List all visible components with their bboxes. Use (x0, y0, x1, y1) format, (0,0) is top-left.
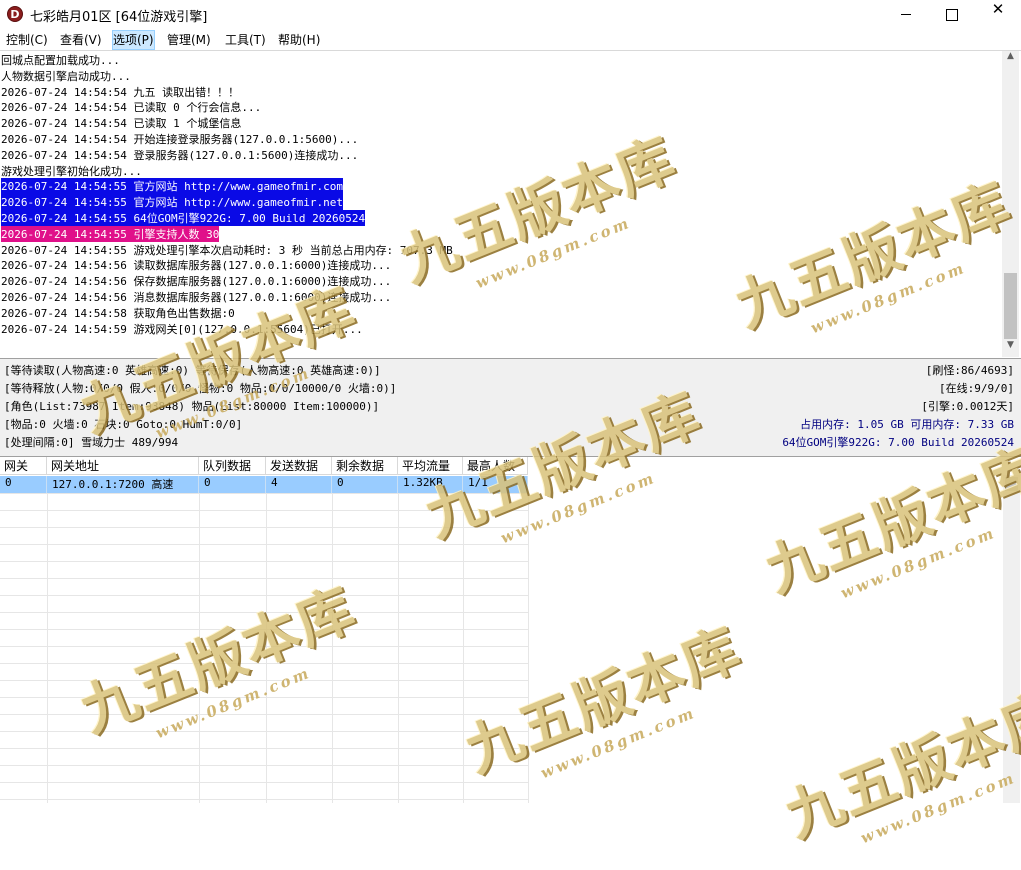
grid-column-line (266, 493, 267, 803)
log-line: 2026-07-24 14:54:55 64位GOM引擎922G: 7.00 B… (1, 210, 366, 226)
grid-column-line (199, 493, 200, 803)
grid-column-line (47, 493, 48, 803)
status-release: [等待释放(人物:0/0/0 假人:0/0/0 怪物:0 物品:0/0/1000… (4, 382, 397, 395)
maximize-icon (946, 9, 958, 21)
window-title: 七彩皓月01区 [64位游戏引擎] (30, 10, 208, 25)
table-row-cell-remaining[interactable]: 0 (332, 476, 398, 493)
scroll-up-icon[interactable]: ▲ (1002, 51, 1019, 68)
grid-row-line (0, 799, 528, 800)
log-line: 人物数据引擎启动成功... (1, 69, 131, 83)
status-online: [在线:9/9/0] (939, 382, 1014, 395)
menu-control[interactable]: 控制(C) (6, 31, 48, 49)
close-button[interactable]: ✕ (975, 0, 1021, 30)
grid-row-line (0, 731, 528, 732)
status-engine-uptime: [引擎:0.0012天] (921, 400, 1014, 413)
log-line: 2026-07-24 14:54:54 已读取 1 个城堡信息 (1, 117, 242, 131)
grid-row-line (0, 510, 528, 511)
grid-column-line (332, 493, 333, 803)
grid-row-line (0, 595, 528, 596)
log-line: 2026-07-24 14:54:56 保存数据库服务器(127.0.0.1:6… (1, 275, 392, 289)
grid-row-line (0, 629, 528, 630)
grid-row-line (0, 765, 528, 766)
grid-row-line (0, 748, 528, 749)
table-scrollbar[interactable] (1003, 475, 1020, 803)
table-row-cell-gate[interactable]: 0 (0, 476, 47, 493)
grid-row-line (0, 544, 528, 545)
grid-row-line (0, 561, 528, 562)
column-header-remaining[interactable]: 剩余数据 (332, 457, 398, 475)
menu-view[interactable]: 查看(V) (60, 31, 102, 49)
menu-manage[interactable]: 管理(M) (167, 31, 211, 49)
status-version: 64位GOM引擎922G: 7.00 Build 20260524 (782, 436, 1014, 449)
grid-row-line (0, 493, 528, 494)
log-line: 回城点配置加载成功... (1, 54, 120, 67)
grid-row-line (0, 714, 528, 715)
status-queue: [等待读取(人物高速:0 英雄高速:0) 等待保存(人物高速:0 英雄高速:0)… (4, 364, 381, 377)
status-panel: [等待读取(人物高速:0 英雄高速:0) 等待保存(人物高速:0 英雄高速:0)… (0, 358, 1021, 457)
grid-column-line (528, 493, 529, 803)
table-scroll-thumb[interactable] (1005, 477, 1018, 491)
log-line: 游戏处理引擎初始化成功... (1, 164, 142, 178)
grid-row-line (0, 612, 528, 613)
minimize-icon (901, 14, 911, 15)
column-header-max-users[interactable]: 最高人数 (463, 457, 528, 475)
column-header-average-traffic[interactable]: 平均流量 (398, 457, 463, 475)
status-monster-refresh: [刷怪:86/4693] (925, 364, 1014, 377)
log-line: 2026-07-24 14:54:55 引擎支持人数 30 (1, 225, 220, 242)
log-line: 2026-07-24 14:54:54 九五 读取出错！！！ (1, 85, 240, 99)
table-row-cell-max-users[interactable]: 1/1 (463, 476, 528, 493)
grid-row-line (0, 680, 528, 681)
status-items: [物品:0 火墙:0 石块:0 Goto:0 HumT:0/0] (4, 418, 243, 431)
log-line: 2026-07-24 14:54:55 官方网站 http://www.game… (1, 194, 344, 211)
app-icon[interactable]: D (7, 6, 23, 22)
close-icon: ✕ (991, 0, 1005, 18)
grid-column-line (398, 493, 399, 803)
grid-row-line (0, 697, 528, 698)
log-scrollbar[interactable]: ▲ ▼ (1002, 51, 1019, 357)
gateway-table[interactable]: 网关 网关地址 队列数据 发送数据 剩余数据 平均流量 最高人数 0 127.0… (0, 457, 1003, 803)
column-header-sent[interactable]: 发送数据 (266, 457, 332, 475)
grid-column-line (463, 493, 464, 803)
table-row-cell-sent[interactable]: 4 (266, 476, 332, 493)
menu-options[interactable]: 选项(P) (112, 30, 155, 50)
column-header-queue[interactable]: 队列数据 (199, 457, 266, 475)
maximize-button[interactable] (929, 0, 975, 30)
status-memory: 占用内存: 1.05 GB 可用内存: 7.33 GB (800, 418, 1014, 431)
status-interval: [处理间隔:0] 雪域力士 489/994 (4, 436, 179, 449)
scroll-down-icon[interactable]: ▼ (1002, 340, 1019, 357)
table-row-cell-average-traffic[interactable]: 1.32KB (398, 476, 463, 493)
log-line: 2026-07-24 14:54:56 消息数据库服务器(127.0.0.1:6… (1, 291, 392, 304)
log-line: 2026-07-24 14:54:58 获取角色出售数据:0 (1, 306, 235, 320)
menu-bar: 控制(C) 查看(V) 选项(P) 管理(M) 工具(T) 帮助(H) (0, 30, 1021, 51)
grid-row-line (0, 646, 528, 647)
table-row-cell-address[interactable]: 127.0.0.1:7200 高速 (47, 476, 199, 493)
menu-tools[interactable]: 工具(T) (225, 31, 266, 49)
title-bar[interactable]: D 七彩皓月01区 [64位游戏引擎] ✕ (0, 0, 1021, 30)
log-line: 2026-07-24 14:54:54 开始连接登录服务器(127.0.0.1:… (1, 133, 359, 146)
log-line: 2026-07-24 14:54:55 官方网站 http://www.game… (1, 178, 344, 195)
grid-row-line (0, 578, 528, 579)
scroll-thumb[interactable] (1004, 273, 1017, 339)
log-line: 2026-07-24 14:54:54 已读取 0 个行会信息... (1, 101, 262, 115)
log-line: 2026-07-24 14:54:56 读取数据库服务器(127.0.0.1:6… (1, 259, 392, 273)
grid-row-line (0, 782, 528, 783)
status-lists: [角色(List:73987 Item:93848) 物品(List:80000… (4, 400, 380, 413)
column-header-gate[interactable]: 网关 (0, 457, 47, 475)
log-output[interactable]: 回城点配置加载成功... 人物数据引擎启动成功... 2026-07-24 14:5… (0, 51, 1001, 357)
grid-row-line (0, 527, 528, 528)
table-row-cell-queue[interactable]: 0 (199, 476, 266, 493)
minimize-button[interactable] (883, 0, 929, 30)
grid-row-line (0, 663, 528, 664)
log-line: 2026-07-24 14:54:59 游戏网关[0](127.0.0.1:55… (1, 322, 363, 336)
log-line: 2026-07-24 14:54:54 登录服务器(127.0.0.1:5600… (1, 148, 359, 162)
column-header-address[interactable]: 网关地址 (47, 457, 199, 475)
log-line: 2026-07-24 14:54:55 游戏处理引擎本次启动耗时: 3 秒 当前… (1, 243, 453, 257)
menu-help[interactable]: 帮助(H) (278, 31, 320, 49)
